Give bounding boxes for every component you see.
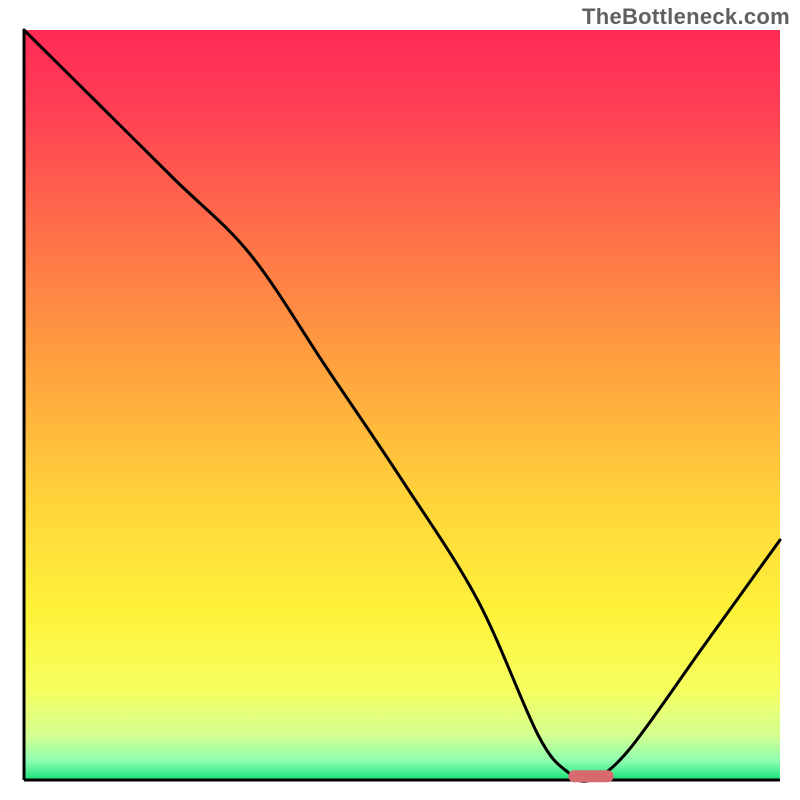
bottleneck-chart — [0, 0, 800, 800]
optimal-marker — [568, 770, 613, 782]
watermark-text: TheBottleneck.com — [582, 4, 790, 30]
chart-container: TheBottleneck.com — [0, 0, 800, 800]
